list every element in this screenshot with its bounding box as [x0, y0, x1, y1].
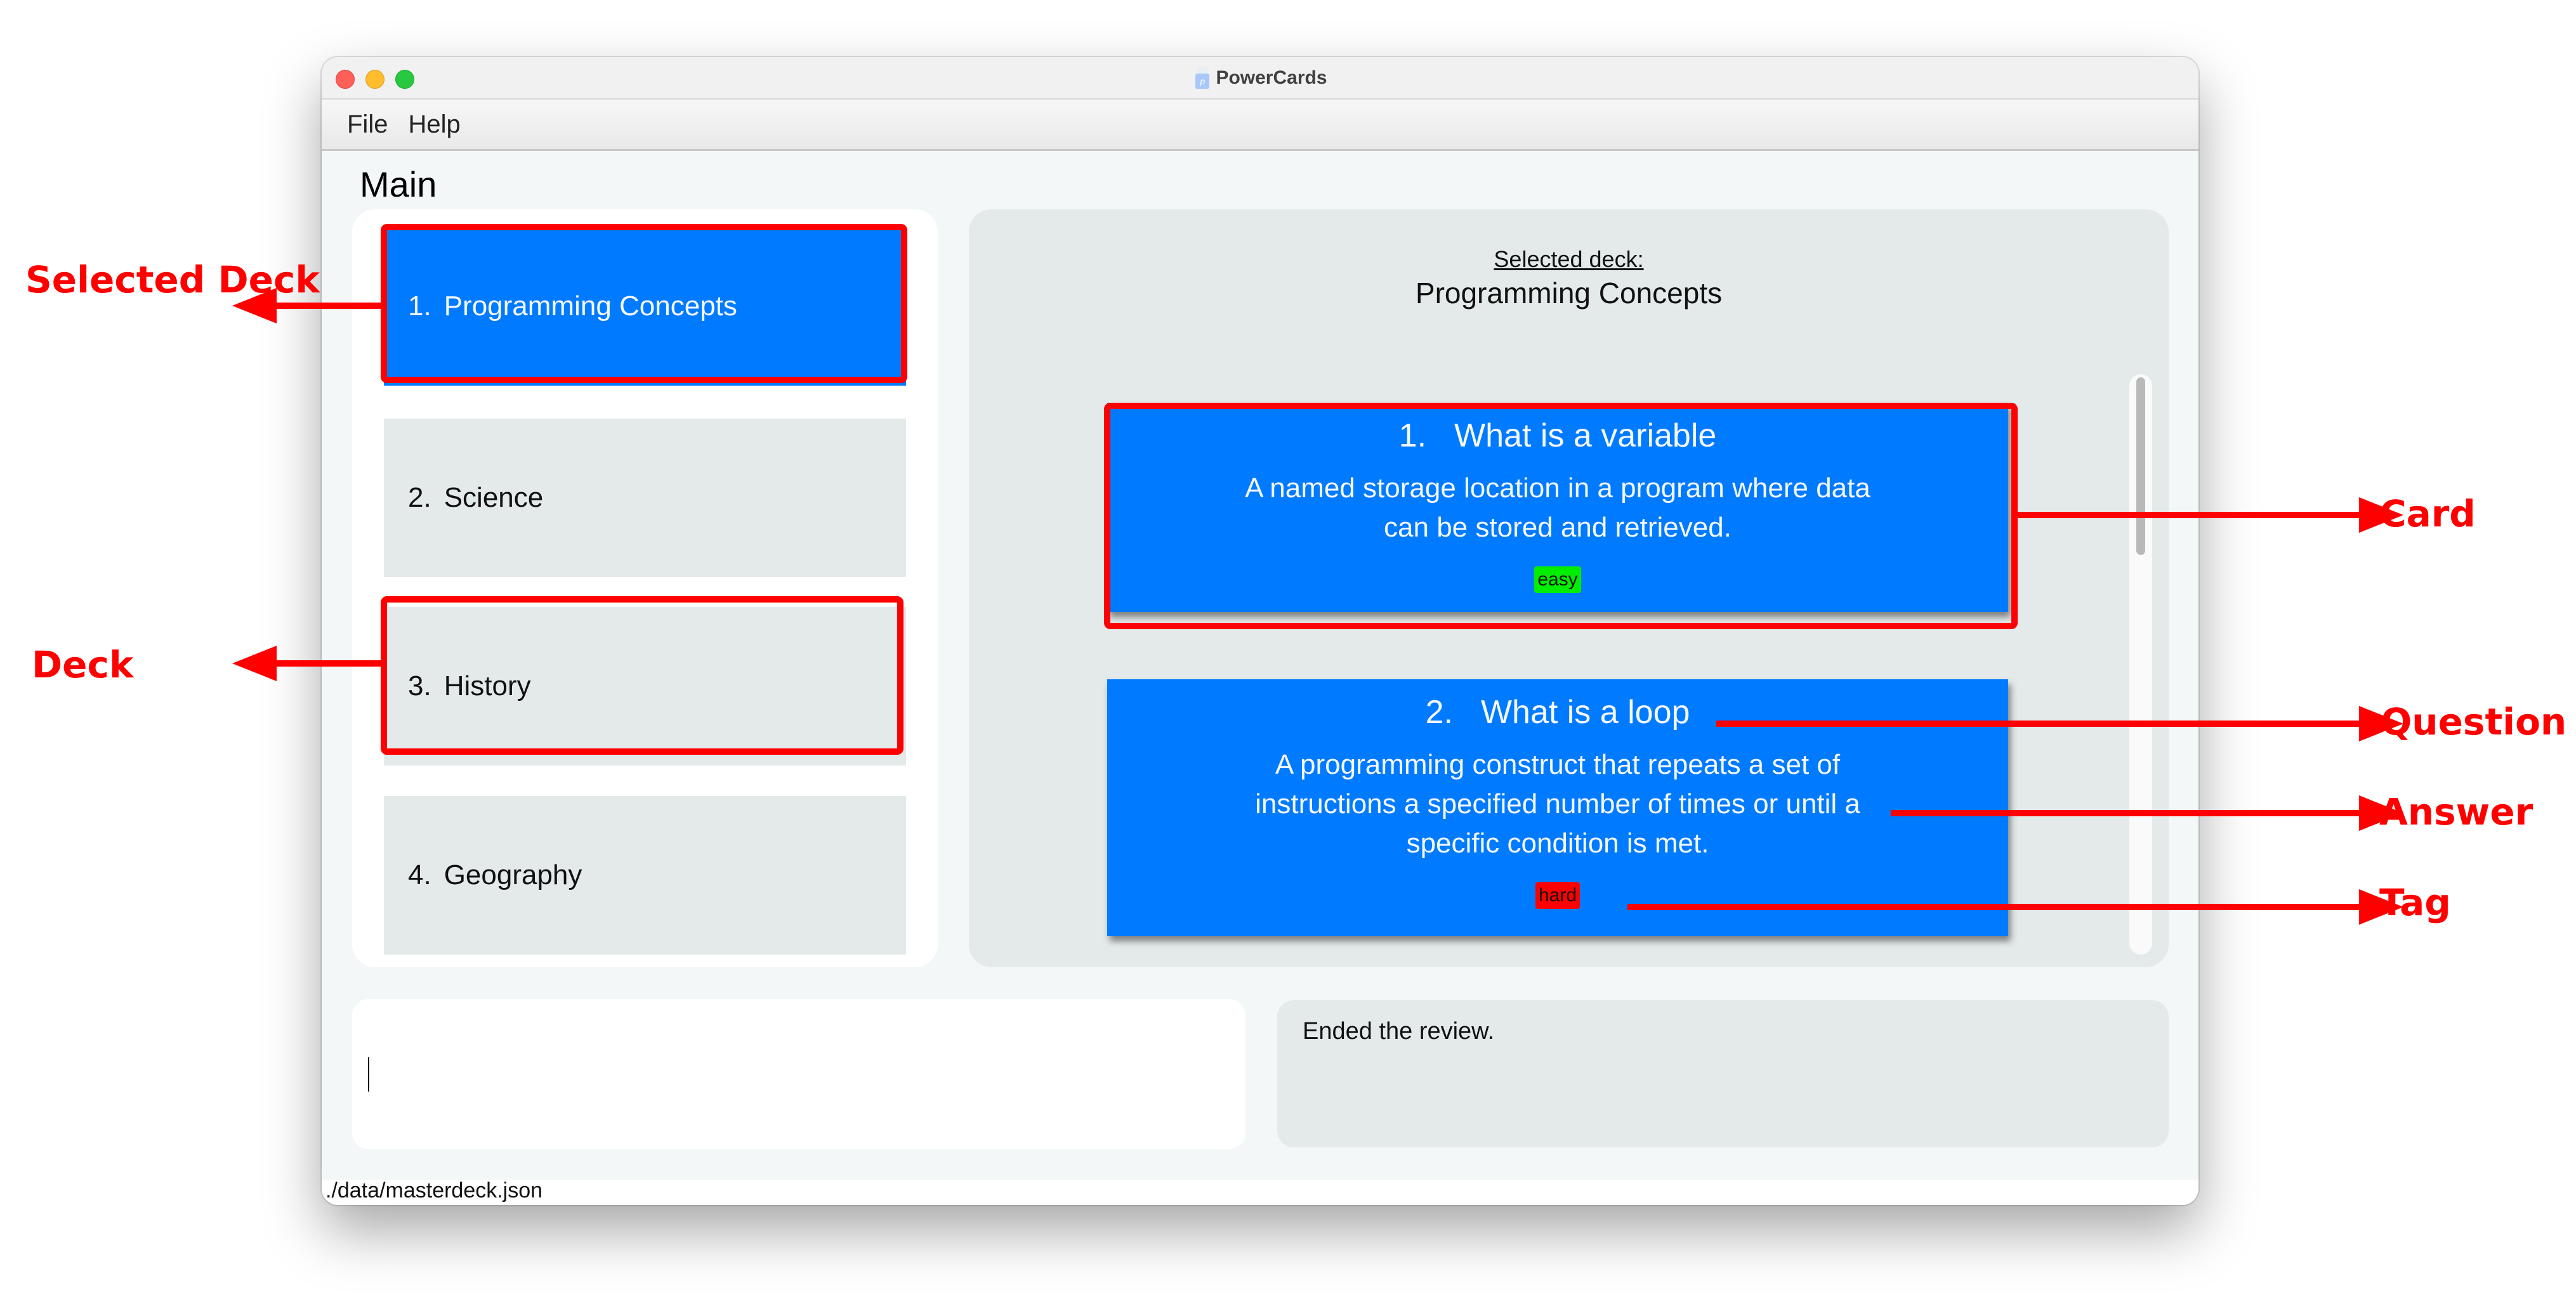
selected-deck-name: Programming Concepts — [1415, 277, 1723, 310]
title-bar: p PowerCards — [322, 57, 2198, 100]
card-question: 1. What is a variable — [1107, 417, 2008, 455]
deck-item-geography[interactable]: 4. Geography — [384, 796, 906, 955]
card-answer: A programming construct that repeats a s… — [1255, 749, 1860, 859]
annotation-label-tag: Tag — [2379, 881, 2451, 924]
annotation-label-question: Question — [2381, 700, 2567, 743]
window-title-group: p PowerCards — [322, 57, 2198, 98]
arrow-line — [266, 303, 387, 309]
deck-item-science[interactable]: 2. Science — [384, 419, 906, 577]
status-bar: ./data/masterdeck.json — [322, 1178, 2198, 1205]
section-title: Main — [360, 164, 437, 204]
deck-list: 1. Programming Concepts 2. Science 3. Hi… — [352, 209, 938, 967]
deck-name: Science — [444, 482, 544, 513]
annotation-label-answer: Answer — [2379, 790, 2533, 833]
card-item[interactable]: 1. What is a variable A named storage loc… — [1107, 403, 2008, 612]
card-list-scrollbar[interactable] — [2129, 374, 2152, 955]
command-input[interactable] — [352, 999, 1245, 1149]
text-cursor — [368, 1057, 369, 1092]
data-file-path: ./data/masterdeck.json — [325, 1178, 543, 1203]
selected-deck-label: Selected deck: — [969, 246, 2169, 273]
card-index: 1. — [1398, 417, 1427, 454]
arrow-line — [2014, 512, 2363, 518]
card-list-panel: Selected deck: Programming Concepts 1. Wh… — [969, 209, 2169, 967]
result-message: Ended the review. — [1303, 1018, 1495, 1045]
card-tag: hard — [1535, 882, 1580, 909]
deck-name: History — [444, 670, 531, 701]
deck-name: Programming Concepts — [444, 290, 737, 322]
result-display: Ended the review. — [1277, 1000, 2169, 1147]
deck-name: Geography — [444, 859, 582, 890]
menu-help[interactable]: Help — [408, 110, 460, 139]
selected-deck-label-text: Selected deck: — [1494, 246, 1644, 272]
card-answer: A named storage location in a program wh… — [1245, 473, 1870, 543]
card-item[interactable]: 2. What is a loop A programming construct… — [1107, 679, 2008, 936]
arrow-line — [1891, 810, 2363, 816]
scrollbar-thumb[interactable] — [2136, 377, 2145, 555]
card-question-text: What is a loop — [1480, 694, 1690, 731]
deck-index: 4. — [408, 859, 431, 890]
window-title: PowerCards — [1216, 67, 1327, 88]
card-index: 2. — [1425, 694, 1453, 731]
deck-index: 1. — [408, 290, 431, 322]
deck-index: 2. — [408, 482, 431, 513]
card-tag: easy — [1534, 566, 1581, 593]
arrow-line — [1716, 721, 2363, 727]
deck-item-history[interactable]: 3. History — [384, 607, 906, 766]
card-question-text: What is a variable — [1454, 417, 1717, 454]
menu-bar: File Help — [322, 100, 2198, 151]
arrow-line — [266, 660, 387, 667]
powercards-logo-icon: p — [1193, 67, 1210, 89]
deck-index: 3. — [408, 670, 431, 701]
deck-item-programming-concepts[interactable]: 1. Programming Concepts — [384, 227, 906, 386]
annotation-label-deck: Deck — [32, 643, 134, 686]
logo-card-front: p — [1195, 73, 1210, 89]
app-window: p PowerCards File Help Main 1. Programmi… — [322, 57, 2198, 1205]
annotation-label-card: Card — [2379, 492, 2476, 535]
arrow-line — [1627, 904, 2363, 910]
menu-file[interactable]: File — [347, 110, 388, 139]
